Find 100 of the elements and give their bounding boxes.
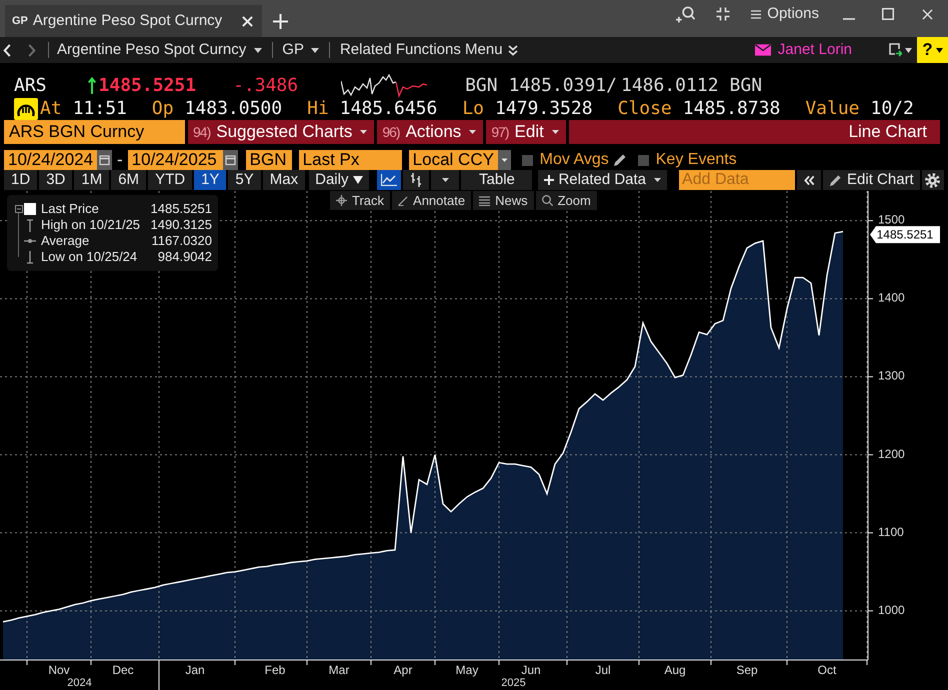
legend-value: 1485.5251 (150, 200, 212, 218)
stat-label: Close (618, 98, 672, 120)
stat-value: 10/2 (870, 98, 914, 120)
options-button[interactable]: Options (751, 2, 819, 26)
related-data-button[interactable]: Related Data (538, 170, 668, 190)
angle-line-icon (398, 196, 408, 206)
legend-value: 1490.3125 (150, 216, 212, 234)
envelope-icon (754, 44, 771, 56)
caret-icon (552, 130, 559, 134)
chart-tool-button[interactable]: Annotate (392, 191, 472, 210)
legend-label: Average (41, 232, 90, 250)
collapse-button[interactable] (797, 170, 822, 190)
y-axis-label: 1200 (878, 446, 905, 461)
period-tab[interactable]: YTD (148, 170, 192, 190)
caret-icon (469, 130, 476, 134)
chart-type-button[interactable] (377, 170, 402, 190)
plus-icon (544, 175, 554, 185)
checkbox[interactable] (638, 154, 649, 166)
period-tab[interactable]: 3D (39, 170, 72, 190)
close-icon[interactable] (922, 8, 933, 20)
chart-tool-button[interactable]: Track (330, 191, 390, 210)
menu-button[interactable]: 97) Edit (486, 120, 566, 144)
period-tab[interactable]: 5Y (228, 170, 261, 190)
ask-price: 1486.0112 (621, 74, 719, 96)
caret-icon (254, 48, 262, 52)
help-button[interactable]: ? (917, 37, 948, 63)
price-field-field[interactable]: Last Px (298, 150, 402, 170)
chart-tool-button[interactable]: Zoom (536, 191, 597, 210)
menu-button[interactable]: 96) Actions (377, 120, 484, 144)
period-tab[interactable]: 1Y (194, 170, 226, 190)
gauge-icon (14, 98, 38, 120)
pricing-source-field[interactable]: BGN (246, 150, 292, 170)
year-label: 2024 (67, 677, 92, 689)
start-date-field[interactable]: 10/24/2024 (4, 150, 97, 170)
caret-icon (310, 48, 319, 52)
pencil-icon[interactable] (612, 153, 627, 167)
crosshair-icon (336, 195, 347, 206)
stat-value: 1485.6456 (340, 98, 438, 120)
dropdown-caret-icon[interactable] (498, 150, 511, 170)
frequency-dropdown[interactable]: Daily (309, 170, 370, 190)
security-menu-button[interactable]: Argentine Peso Spot Curncy (57, 38, 262, 62)
chart-type-button[interactable] (403, 170, 430, 190)
period-tab[interactable]: 6M (111, 170, 146, 190)
user-name-link[interactable]: Janet Lorin (778, 38, 852, 62)
double-chevron-left-icon (804, 174, 815, 186)
security-field[interactable]: ARS BGN Curncy (4, 120, 185, 144)
fullscreen-icon[interactable] (716, 7, 730, 21)
period-tab[interactable]: 1D (4, 170, 38, 190)
x-axis-label: Mar (328, 663, 350, 677)
settings-button[interactable] (922, 170, 944, 190)
ask-source: BGN (730, 74, 762, 96)
collapse-icon[interactable] (14, 205, 22, 213)
series-swatch-icon (24, 203, 36, 215)
net-change: -.3486 (233, 74, 298, 96)
stat-value: 1479.3528 (495, 98, 593, 120)
stat-value: 11:51 (72, 98, 127, 120)
ohlc-bars-icon (410, 173, 422, 187)
toggle-label: Key Events (656, 150, 737, 170)
y-axis-label: 1400 (878, 290, 905, 305)
x-axis-label: May (456, 663, 478, 677)
currency-field[interactable]: Local CCY (408, 150, 498, 170)
caret-icon (353, 176, 364, 184)
function-menu-button[interactable]: GP (282, 38, 319, 62)
last-price: 1485.5251 (98, 74, 196, 96)
legend-value: 984.9042 (158, 248, 212, 266)
stat-value: 1483.0500 (184, 98, 282, 120)
back-icon[interactable] (3, 44, 11, 56)
plus-icon[interactable] (273, 14, 288, 29)
chart-title: Line Chart (848, 121, 927, 144)
window-tab[interactable]: GP Argentine Peso Spot Curncy (5, 5, 262, 37)
checkbox[interactable] (522, 154, 533, 166)
period-tab[interactable]: 1M (74, 170, 110, 190)
close-icon[interactable] (242, 16, 253, 26)
period-tab[interactable]: Max (262, 170, 306, 190)
toggle-label: Mov Avgs (540, 150, 609, 170)
x-axis-label: Sep (736, 663, 758, 677)
end-date-field[interactable]: 10/24/2025 (128, 150, 223, 170)
add-data-field[interactable]: Add Data (679, 170, 796, 190)
calendar-icon[interactable] (222, 150, 238, 170)
average-marker-icon (24, 238, 36, 244)
related-functions-button[interactable]: Related Functions Menu (340, 38, 518, 62)
y-axis-label: 1000 (878, 602, 905, 617)
table-button[interactable]: Table (461, 170, 532, 190)
export-icon[interactable] (889, 43, 902, 57)
x-axis-label: Jan (185, 663, 205, 677)
caret-icon (936, 48, 943, 52)
chart-type-dropdown[interactable] (431, 170, 460, 190)
menu-button[interactable]: 94) Suggested Charts (188, 120, 374, 144)
zoom-in-icon[interactable] (676, 6, 696, 22)
edit-chart-button[interactable]: Edit Chart (823, 170, 920, 190)
x-axis-label: Oct (818, 663, 836, 677)
calendar-icon[interactable] (97, 150, 112, 170)
x-axis-label: Nov (48, 663, 70, 677)
legend-value: 1167.0320 (152, 232, 212, 250)
y-axis-label: 1500 (878, 212, 905, 227)
chart-tool-button[interactable]: News (473, 191, 534, 210)
last-price-tag: 1485.5251 (870, 226, 940, 244)
bid-source: BGN (465, 74, 498, 96)
maximize-icon[interactable] (882, 8, 894, 20)
double-chevron-down-icon (508, 44, 518, 56)
